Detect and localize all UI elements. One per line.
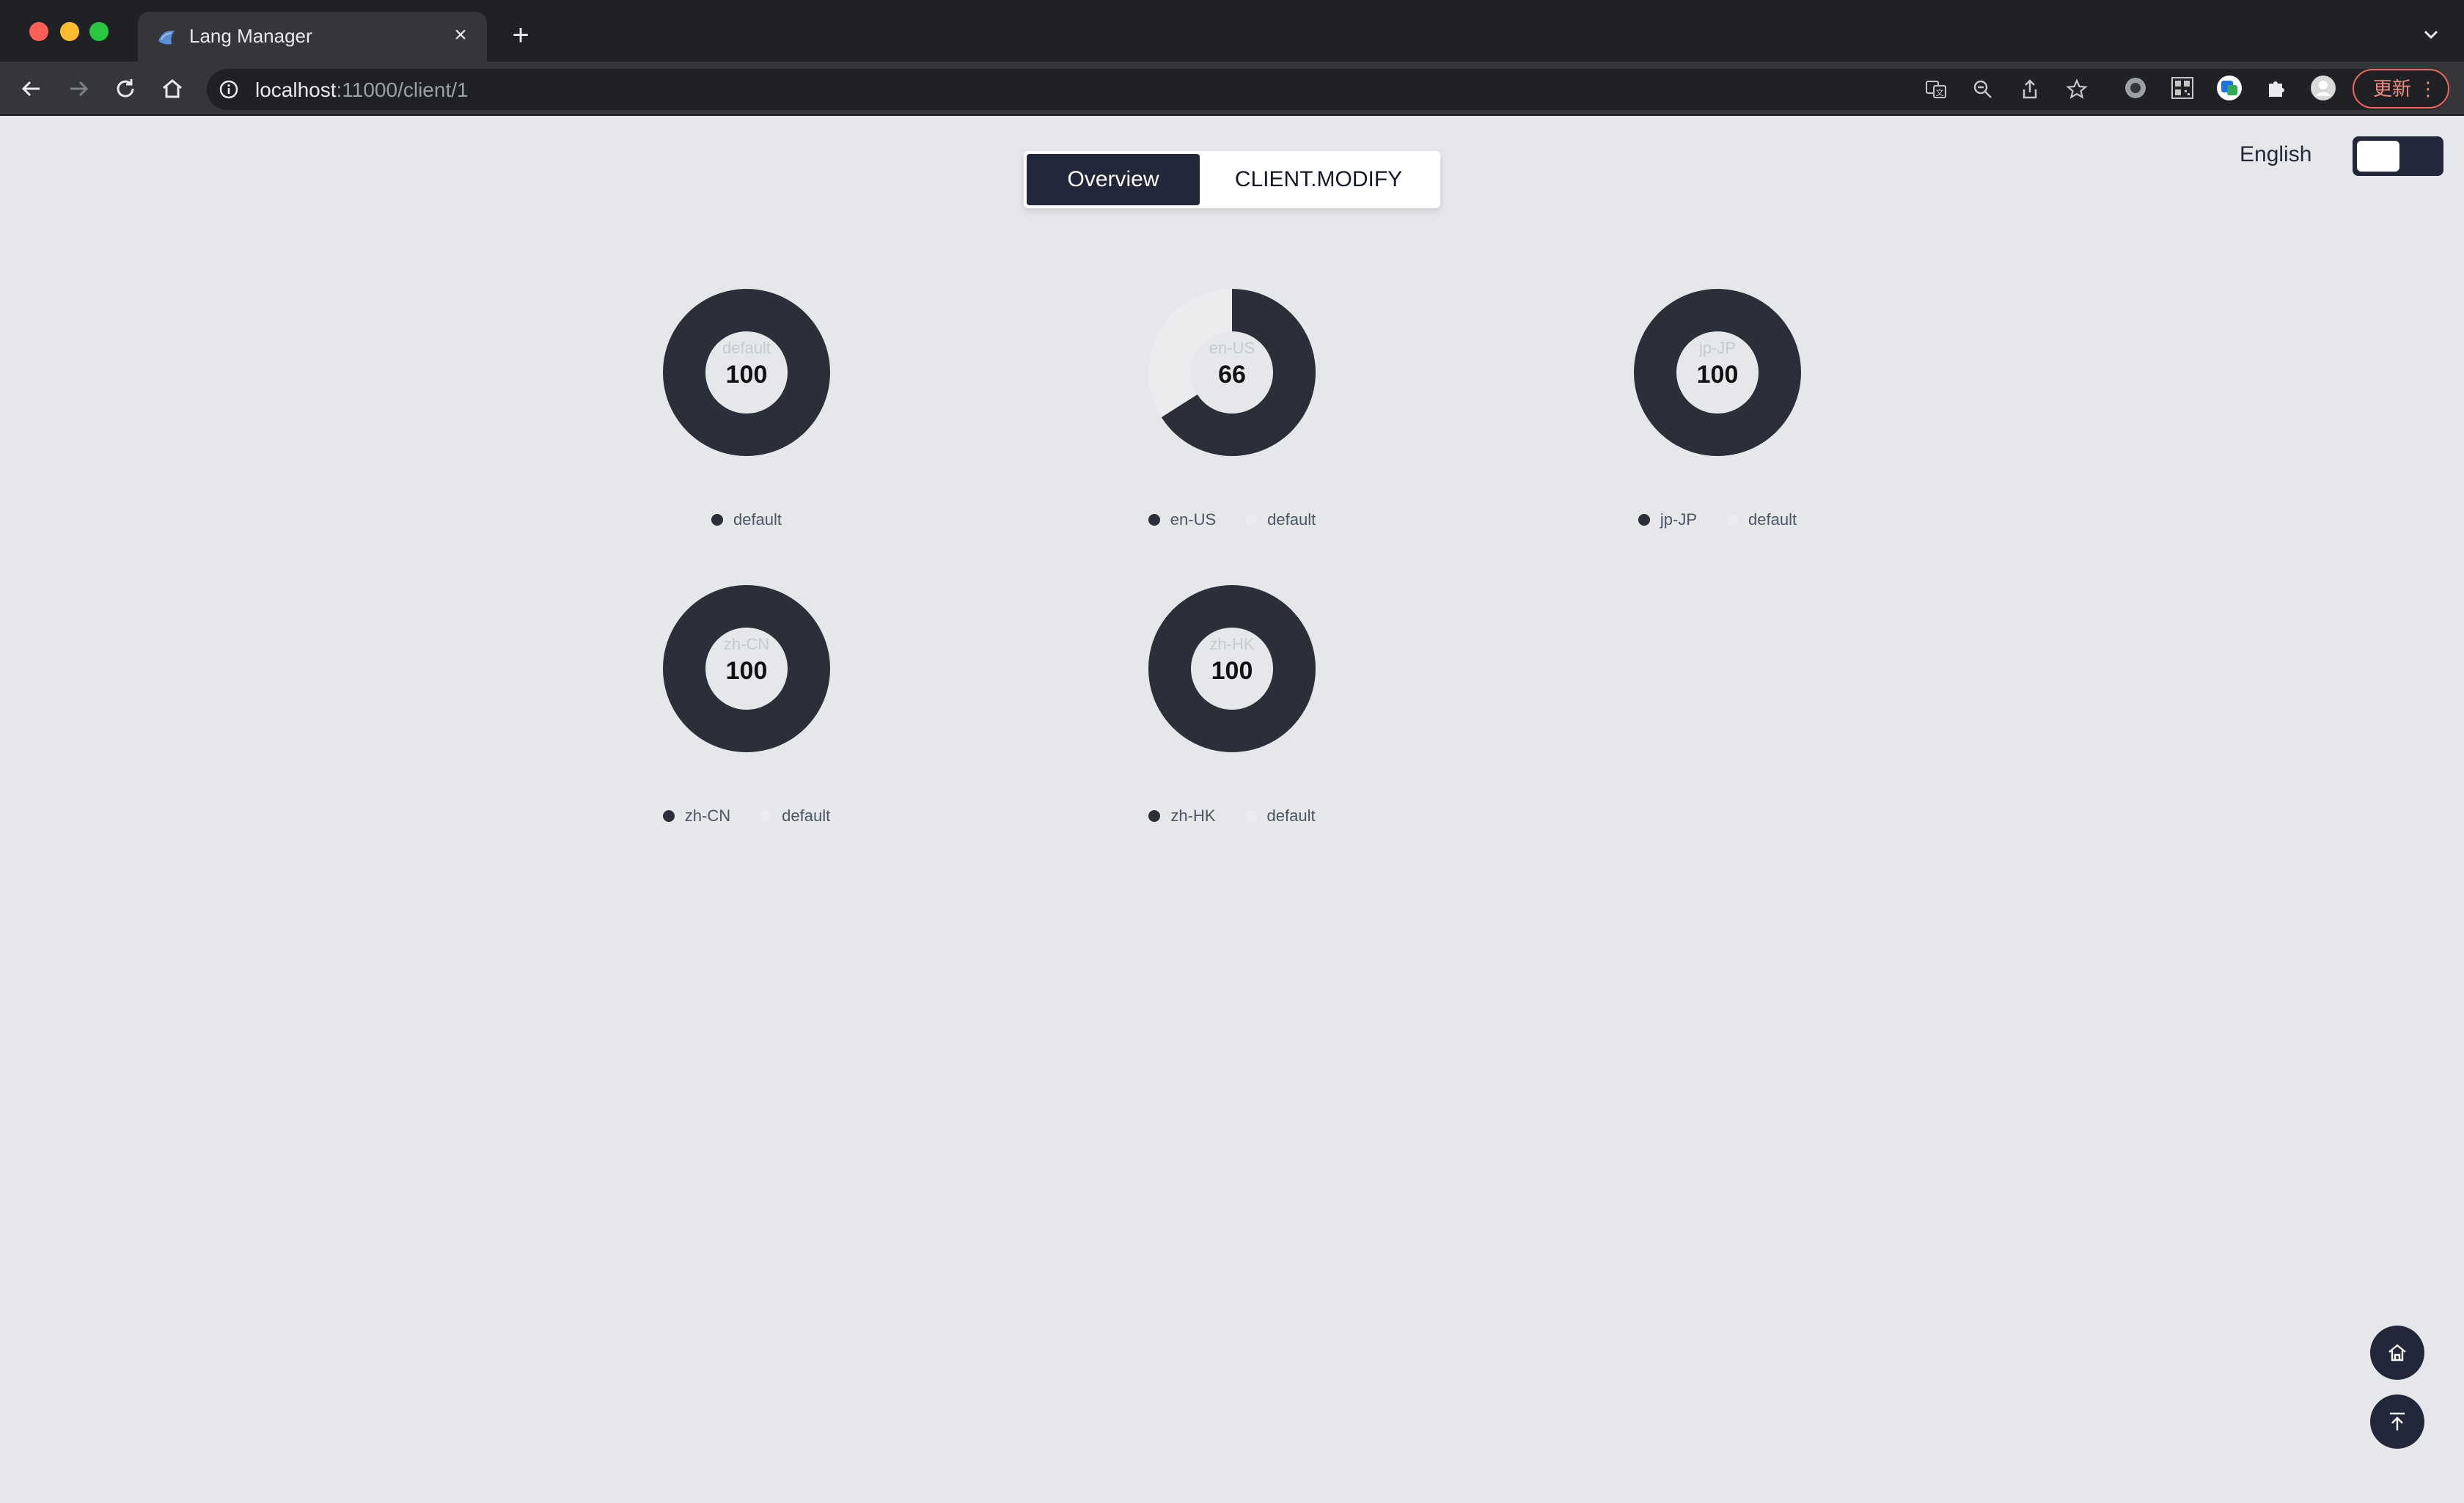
chart-center-value: 100	[725, 361, 768, 389]
browser-toolbar: localhost:11000/client/1 文	[0, 62, 2464, 116]
chart-center-label: en-US	[1209, 339, 1255, 357]
translate-icon[interactable]: 文	[1924, 78, 1948, 101]
maximize-window-button[interactable]	[89, 22, 109, 41]
home-browser-icon[interactable]	[158, 75, 186, 103]
donut-chart-zh-cn: zh-CN 100 zh-CN default	[622, 585, 871, 864]
legend-dot	[1244, 810, 1257, 822]
chart-legend: zh-CN default	[622, 806, 871, 826]
legend-dot	[711, 514, 723, 526]
chart-legend: default	[622, 510, 871, 529]
chart-legend: jp-JP default	[1593, 510, 1842, 529]
url-path: :11000/client/1	[336, 78, 469, 101]
record-extension-icon[interactable]	[2122, 75, 2149, 101]
tab-client-modify[interactable]: CLIENT.MODIFY	[1200, 154, 1437, 205]
chart-center-value: 66	[1218, 361, 1246, 389]
donut-chart-default: default 100 default	[622, 289, 871, 567]
favicon-icon	[158, 30, 175, 45]
legend-label: default	[782, 806, 831, 825]
legend-label: zh-CN	[684, 806, 731, 825]
info-icon[interactable]	[219, 79, 239, 100]
legend-label: jp-JP	[1660, 510, 1698, 529]
close-tab-icon[interactable]: ×	[447, 22, 474, 48]
zoom-icon[interactable]	[1971, 78, 1995, 101]
legend-label: default	[1267, 510, 1316, 529]
profile-avatar-icon[interactable]	[2310, 75, 2336, 101]
legend-item[interactable]: jp-JP	[1638, 510, 1697, 529]
donut-chart-en-us: en-US 66 en-US default	[1107, 289, 1357, 567]
tab-title: Lang Manager	[189, 25, 312, 47]
legend-item[interactable]: zh-CN	[662, 806, 731, 826]
legend-item[interactable]: default	[711, 510, 782, 529]
chart-legend: zh-HK default	[1107, 806, 1357, 826]
legend-item[interactable]: en-US	[1148, 510, 1216, 529]
chart-legend: en-US default	[1107, 510, 1357, 529]
qr-code-icon[interactable]	[2169, 75, 2196, 101]
legend-item[interactable]: default	[1726, 510, 1797, 529]
chart-center-label: zh-CN	[723, 635, 770, 653]
language-label: English	[2240, 142, 2312, 166]
toggle-knob	[2357, 141, 2399, 172]
browser-tab[interactable]: Lang Manager ×	[138, 12, 487, 62]
legend-item[interactable]: zh-HK	[1148, 806, 1216, 826]
legend-dot	[1245, 514, 1258, 526]
legend-label: zh-HK	[1170, 806, 1216, 825]
chart-center-label: default	[722, 339, 771, 357]
donut-chart-jp-jp: jp-JP 100 jp-JP default	[1593, 289, 1842, 567]
chart-center-label: jp-JP	[1698, 339, 1737, 357]
legend-dot	[662, 810, 675, 822]
new-tab-icon[interactable]: +	[506, 21, 535, 50]
chart-center-label: zh-HK	[1209, 635, 1255, 653]
donut-chart-zh-hk: zh-HK 100 zh-HK default	[1107, 585, 1357, 864]
bookmark-star-icon[interactable]	[2065, 78, 2089, 101]
back-to-top-button[interactable]	[2370, 1394, 2424, 1449]
translator-extension-icon[interactable]	[2216, 75, 2243, 101]
extensions-puzzle-icon[interactable]	[2263, 75, 2289, 101]
chevron-down-icon[interactable]	[2419, 22, 2443, 47]
url-host: localhost	[255, 78, 337, 101]
forward-arrow-icon[interactable]	[65, 75, 92, 103]
legend-dot	[760, 810, 772, 822]
chart-center-value: 100	[1211, 657, 1253, 685]
update-button[interactable]: 更新 ⋮	[2353, 69, 2449, 109]
legend-dot	[1148, 514, 1160, 526]
page-content: Overview CLIENT.MODIFY English default 10…	[0, 116, 2464, 1503]
legend-item[interactable]: default	[760, 806, 830, 826]
chart-center-value: 100	[725, 657, 768, 685]
legend-label: default	[1266, 806, 1316, 825]
legend-dot	[1726, 514, 1739, 526]
close-window-button[interactable]	[29, 22, 48, 41]
title-bar: Lang Manager × +	[0, 0, 2464, 62]
home-button[interactable]	[2370, 1326, 2424, 1380]
home-icon	[2388, 1344, 2406, 1361]
tab-overview[interactable]: Overview	[1027, 154, 1200, 205]
back-to-top-icon	[2390, 1412, 2405, 1430]
legend-label: default	[1748, 510, 1797, 529]
legend-dot	[1148, 810, 1161, 822]
legend-dot	[1638, 514, 1650, 526]
browser-window: Lang Manager × + localhost:11000/client/…	[0, 0, 2464, 1503]
address-bar[interactable]: localhost:11000/client/1 文	[207, 69, 2449, 110]
more-menu-icon[interactable]: ⋮	[2419, 70, 2438, 107]
legend-item[interactable]: default	[1244, 806, 1316, 826]
reload-icon[interactable]	[111, 75, 139, 103]
svg-text:文: 文	[1936, 87, 1944, 98]
theme-toggle[interactable]	[2353, 136, 2443, 176]
legend-label: en-US	[1170, 510, 1217, 529]
chart-center-value: 100	[1696, 361, 1739, 389]
view-tabs: Overview CLIENT.MODIFY	[1024, 151, 1440, 208]
minimize-window-button[interactable]	[60, 22, 79, 41]
back-arrow-icon[interactable]	[18, 75, 45, 103]
legend-item[interactable]: default	[1245, 510, 1316, 529]
url-text: localhost:11000/client/1	[255, 78, 469, 102]
update-label: 更新	[2373, 78, 2412, 100]
legend-label: default	[733, 510, 782, 529]
share-icon[interactable]	[2018, 78, 2042, 101]
